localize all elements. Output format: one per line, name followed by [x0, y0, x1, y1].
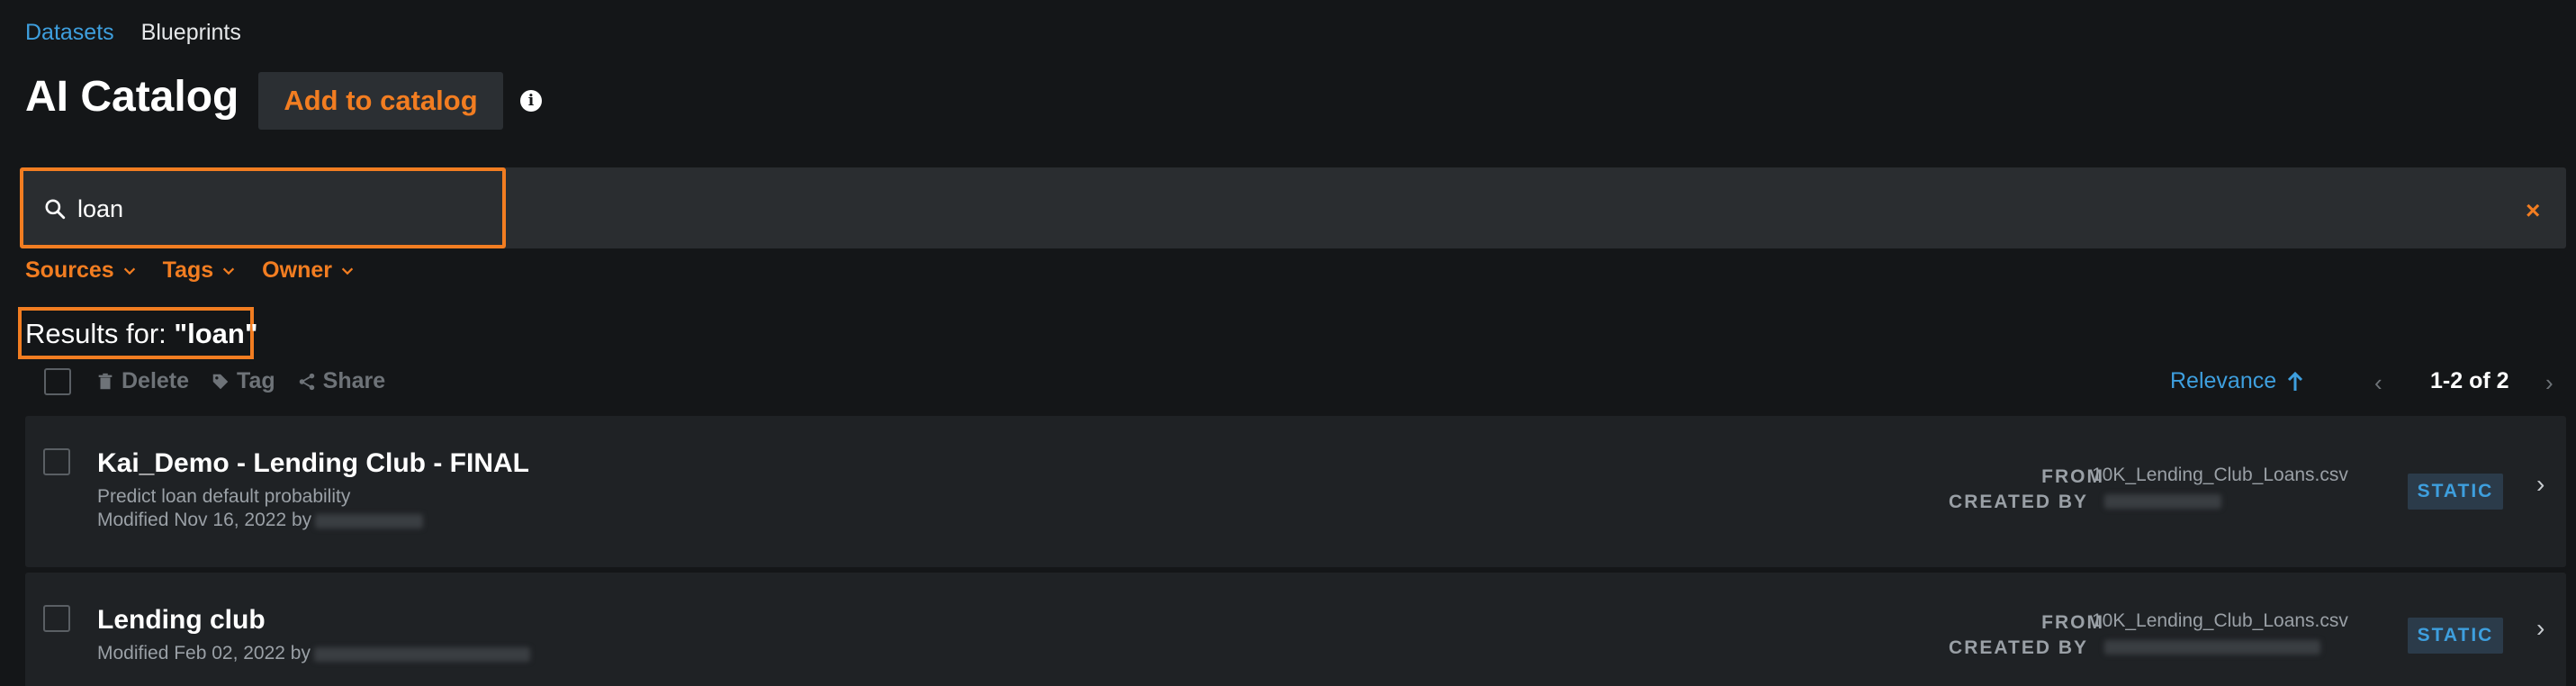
chevron-down-icon — [223, 267, 235, 275]
trash-icon — [98, 373, 113, 389]
delete-button[interactable]: Delete — [95, 368, 189, 394]
top-tabs: Datasets Blueprints — [25, 20, 241, 46]
row-checkbox[interactable] — [43, 605, 70, 632]
tab-datasets[interactable]: Datasets — [25, 20, 114, 46]
filter-label: Owner — [262, 257, 332, 283]
results-prefix: Results for: — [25, 318, 175, 349]
share-button[interactable]: Share — [297, 368, 385, 394]
sort-label: Relevance — [2170, 368, 2277, 393]
select-all-checkbox[interactable] — [44, 368, 71, 395]
ai-catalog-page: Datasets Blueprints AI Catalog Add to ca… — [0, 0, 2576, 686]
chevron-right-icon[interactable]: › — [2536, 470, 2544, 499]
status-badge: STATIC — [2408, 618, 2503, 654]
modified-text: Modified Nov 16, 2022 by — [97, 510, 312, 530]
filter-label: Sources — [25, 257, 114, 283]
results-label: Results for: "loan" — [25, 318, 258, 350]
dataset-title[interactable]: Kai_Demo - Lending Club - FINAL — [97, 448, 529, 479]
filter-sources-dropdown[interactable]: Sources — [25, 257, 138, 284]
search-input[interactable] — [77, 191, 473, 227]
list-item[interactable]: Lending club Modified Feb 02, 2022 by FR… — [25, 573, 2566, 686]
chevron-right-icon[interactable]: › — [2536, 614, 2544, 643]
tag-icon — [212, 374, 229, 389]
modified-text: Modified Feb 02, 2022 by — [97, 643, 311, 663]
dataset-title[interactable]: Lending club — [97, 605, 266, 636]
chevron-left-icon[interactable]: ‹ — [2374, 369, 2382, 397]
search-icon — [45, 199, 66, 220]
pagination-count: 1-2 of 2 — [2430, 368, 2509, 393]
blurred-username — [314, 647, 530, 662]
blurred-username — [315, 514, 424, 528]
share-icon — [299, 373, 314, 390]
tab-blueprints[interactable]: Blueprints — [141, 20, 241, 46]
filter-owner-dropdown[interactable]: Owner — [262, 257, 356, 284]
blurred-creator — [2104, 640, 2320, 654]
created-by-label: CREATED BY — [1949, 492, 2088, 512]
from-value: 10K_Lending_Club_Loans.csv — [2092, 610, 2348, 631]
chevron-down-icon — [341, 267, 354, 275]
created-by-label: CREATED BY — [1949, 637, 2088, 658]
chevron-right-icon[interactable]: › — [2545, 369, 2553, 397]
tag-button[interactable]: Tag — [211, 368, 275, 394]
sort-relevance-button[interactable]: Relevance — [2170, 368, 2303, 394]
list-item[interactable]: Kai_Demo - Lending Club - FINAL Predict … — [25, 416, 2566, 567]
filter-tags-dropdown[interactable]: Tags — [163, 257, 238, 284]
add-to-catalog-button[interactable]: Add to catalog — [258, 72, 503, 130]
row-checkbox[interactable] — [43, 448, 70, 475]
page-title: AI Catalog — [25, 73, 239, 121]
from-value: 10K_Lending_Club_Loans.csv — [2092, 465, 2348, 485]
results-query: "loan" — [174, 318, 258, 349]
delete-label: Delete — [122, 368, 190, 393]
chevron-down-icon — [123, 267, 135, 275]
filter-bar: Sources Tags Owner — [25, 257, 356, 284]
dataset-modified: Modified Nov 16, 2022 by — [97, 510, 424, 531]
bulk-actions: Delete Tag Share — [95, 368, 385, 394]
status-badge: STATIC — [2408, 474, 2503, 510]
filter-label: Tags — [162, 257, 214, 283]
share-label: Share — [322, 368, 386, 393]
clear-search-icon[interactable]: × — [2526, 196, 2540, 225]
blurred-creator — [2104, 494, 2221, 509]
info-icon[interactable]: i — [520, 90, 542, 112]
dataset-modified: Modified Feb 02, 2022 by — [97, 643, 530, 664]
arrow-up-icon — [2288, 371, 2303, 391]
dataset-description: Predict loan default probability — [97, 486, 351, 507]
tag-label: Tag — [237, 368, 275, 393]
